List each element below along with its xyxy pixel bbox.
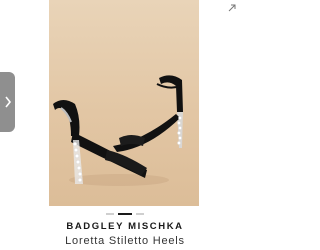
carousel-dot-1[interactable] [106,213,114,215]
carousel-dot-2[interactable] [118,213,132,215]
expand-button[interactable] [222,0,242,16]
carousel-dot-3[interactable] [136,213,144,215]
carousel-prev-button[interactable] [0,72,15,132]
expand-arrow-icon [228,4,236,12]
carousel-pagination [0,212,250,216]
product-image[interactable] [49,0,199,206]
product-brand[interactable]: BADGLEY MISCHKA [0,221,250,232]
product-page: BADGLEY MISCHKA Loretta Stiletto Heels [0,0,250,250]
product-name[interactable]: Loretta Stiletto Heels [0,235,250,247]
heels-illustration [53,75,183,186]
chevron-right-icon [4,96,11,108]
